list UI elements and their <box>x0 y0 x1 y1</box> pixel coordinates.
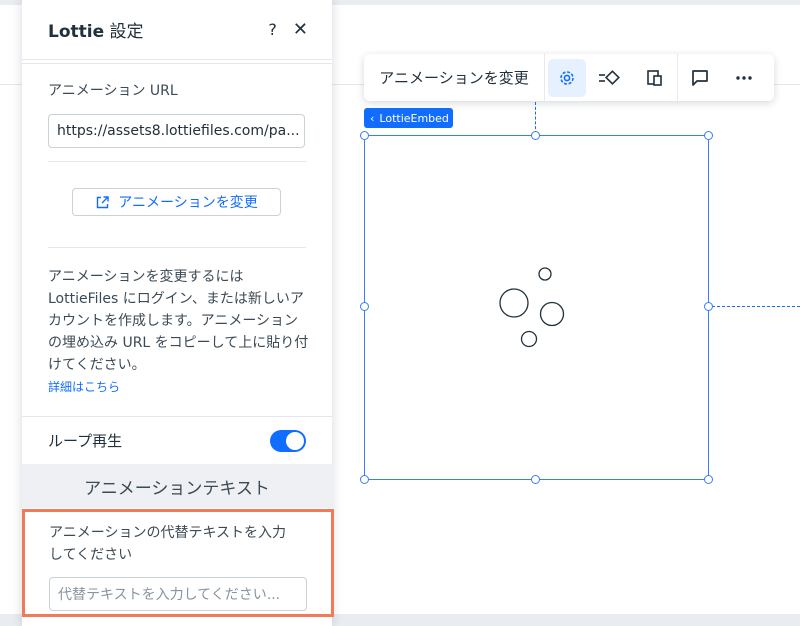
toolbar-comment-button[interactable] <box>681 59 719 97</box>
animation-text-section-header: アニメーションテキスト <box>22 464 332 508</box>
resize-handle-left[interactable] <box>360 302 369 311</box>
learn-more-link[interactable]: 詳細はこちら <box>48 378 120 395</box>
url-field-label: アニメーション URL <box>48 83 178 99</box>
toolbar-animation-button[interactable] <box>592 59 630 97</box>
resize-handle-top-right[interactable] <box>704 131 713 140</box>
resize-handle-bottom-right[interactable] <box>704 475 713 484</box>
snap-guide-horizontal <box>712 306 800 307</box>
toolbar-divider <box>544 54 545 101</box>
loop-toggle[interactable] <box>270 429 306 452</box>
resize-handle-bottom-left[interactable] <box>360 475 369 484</box>
lottie-settings-panel: Lottie 設定 ? ✕ アニメーション URL https://assets… <box>22 0 334 626</box>
alt-text-input[interactable]: 代替テキストを入力してください... <box>49 577 307 611</box>
panel-header: Lottie 設定 ? ✕ <box>22 0 332 60</box>
change-animation-label: アニメーションを変更 <box>118 195 258 211</box>
toolbar-more-button[interactable] <box>725 59 763 97</box>
resize-handle-right[interactable] <box>704 302 713 311</box>
toolbar-change-animation-button[interactable]: アニメーションを変更 <box>364 67 544 88</box>
header-divider <box>22 63 332 64</box>
animation-url-input[interactable]: https://assets8.lottiefiles.com/pa... <box>48 114 305 148</box>
help-button[interactable]: ? <box>268 20 277 39</box>
section-divider <box>48 161 306 162</box>
close-icon[interactable]: ✕ <box>293 19 308 40</box>
toolbar-layout-button[interactable] <box>636 59 674 97</box>
snap-guide-vertical <box>535 102 536 134</box>
alt-text-highlight: アニメーションの代替テキストを入力してください 代替テキストを入力してください.… <box>22 509 334 617</box>
toggle-knob <box>286 431 304 450</box>
settings-gear-icon <box>560 70 574 85</box>
loop-setting-row: ループ再生 <box>22 416 332 464</box>
resize-handle-top[interactable] <box>531 131 540 140</box>
more-icon <box>736 75 752 80</box>
section-divider <box>48 247 306 248</box>
instructions-text: アニメーションを変更するには LottieFiles にログイン、または新しいア… <box>48 269 309 373</box>
change-animation-button[interactable]: アニメーションを変更 <box>72 188 281 216</box>
chevron-left-icon: ‹ <box>370 111 375 125</box>
resize-handle-bottom[interactable] <box>531 475 540 484</box>
element-toolbar: アニメーションを変更 <box>364 54 774 101</box>
animation-icon <box>599 69 620 85</box>
comment-icon <box>692 69 708 86</box>
layout-icon <box>647 69 662 86</box>
resize-handle-top-left[interactable] <box>360 131 369 140</box>
toolbar-divider <box>677 54 678 101</box>
element-name-tag[interactable]: ‹ LottieEmbed <box>364 108 453 128</box>
selection-frame[interactable] <box>364 135 709 480</box>
toolbar-settings-button[interactable] <box>548 58 586 97</box>
element-name-label: LottieEmbed <box>379 111 449 125</box>
loop-label: ループ再生 <box>48 432 123 450</box>
alt-text-label: アニメーションの代替テキストを入力してください <box>49 525 287 563</box>
external-link-icon <box>97 195 109 208</box>
panel-title: Lottie 設定 <box>48 22 144 42</box>
